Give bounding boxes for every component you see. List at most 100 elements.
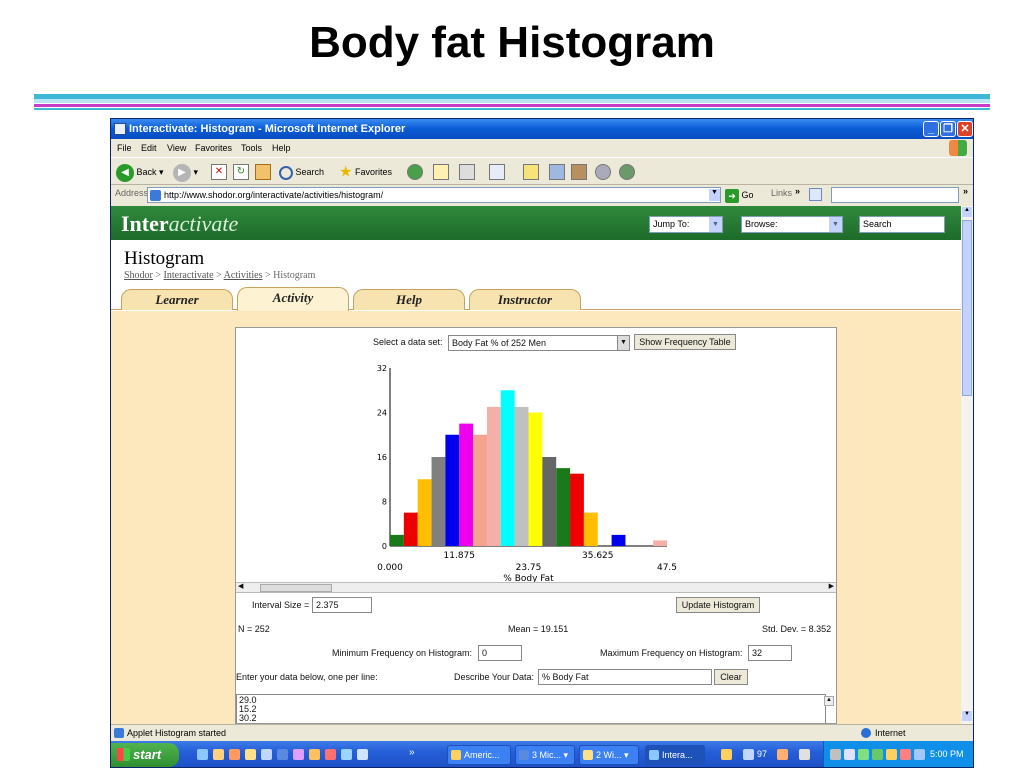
search-button[interactable]: Search [279, 162, 324, 182]
histogram-bar [570, 473, 584, 546]
tab-instructor[interactable]: Instructor [469, 289, 581, 310]
close-icon[interactable]: ✕ [957, 121, 973, 137]
favorites-button[interactable]: ★ Favorites [339, 162, 392, 182]
tab-learner[interactable]: Learner [121, 289, 233, 310]
breadcrumb-interactivate[interactable]: Interactivate [164, 270, 214, 281]
links-chevron-icon[interactable]: » [795, 186, 800, 196]
jump-to-select[interactable]: Jump To: ▼ [649, 216, 723, 233]
interactivate-logo[interactable]: Interactivate [121, 211, 238, 237]
min-frequency-input[interactable]: 0 [478, 645, 522, 661]
quicklaunch-media-icon[interactable] [229, 749, 240, 760]
page-vertical-scrollbar[interactable]: ▲ ▼ [961, 206, 973, 724]
back-button[interactable]: ◀ Back ▾ [116, 162, 164, 182]
describe-data-input[interactable]: % Body Fat [538, 669, 712, 685]
interval-size-input[interactable]: 2.375 [312, 597, 372, 613]
taskbar-help-icon[interactable] [799, 749, 810, 760]
messenger-icon[interactable] [571, 164, 587, 180]
max-frequency-input[interactable]: 32 [748, 645, 792, 661]
quicklaunch-word-icon[interactable] [277, 749, 288, 760]
research-icon[interactable] [549, 164, 565, 180]
tray-security-icon[interactable] [886, 749, 897, 760]
back-arrow-icon: ◀ [116, 163, 134, 182]
scroll-thumb[interactable] [260, 584, 332, 592]
language-bar-icon[interactable] [721, 749, 732, 760]
task-windows[interactable]: 2 Wi... ▾ [579, 745, 639, 765]
menu-file[interactable]: File [117, 139, 132, 157]
describe-data-label: Describe Your Data: [454, 672, 535, 682]
home-icon[interactable] [255, 164, 271, 180]
quicklaunch-chevron-icon[interactable]: » [409, 747, 415, 758]
quicklaunch-app-icon[interactable] [293, 749, 304, 760]
discuss-icon[interactable] [523, 164, 539, 180]
quicklaunch-folder-icon[interactable] [245, 749, 256, 760]
links-label[interactable]: Links [771, 188, 792, 198]
mail-icon[interactable] [433, 164, 449, 180]
update-histogram-button[interactable]: Update Histogram [676, 597, 760, 613]
quicklaunch-browser-icon[interactable] [213, 749, 224, 760]
page-scroll-thumb[interactable] [962, 220, 972, 396]
links-input[interactable] [831, 187, 959, 203]
textarea-scroll-up-icon[interactable]: ▲ [824, 696, 834, 706]
forward-button[interactable]: ▶ ▾ [173, 162, 198, 182]
task-americ[interactable]: Americ... [447, 745, 511, 765]
stop-icon[interactable]: ✕ [211, 164, 227, 180]
tray-display-icon[interactable] [914, 749, 925, 760]
restore-icon[interactable]: ❐ [940, 121, 956, 137]
page-scroll-up-icon[interactable]: ▲ [962, 207, 972, 217]
clear-button[interactable]: Clear [714, 669, 748, 685]
refresh-icon[interactable]: ↻ [233, 164, 249, 180]
quicklaunch-tool-icon[interactable] [309, 749, 320, 760]
tray-sync-icon[interactable] [858, 749, 869, 760]
tray-network-icon[interactable] [830, 749, 841, 760]
quicklaunch-mail-icon[interactable] [261, 749, 272, 760]
toolbar-chevron-icon[interactable]: » [963, 186, 968, 196]
links-toolbar-icon[interactable] [809, 188, 822, 201]
scroll-right-icon[interactable]: ▶ [829, 582, 834, 590]
people-icon[interactable] [619, 164, 635, 180]
taskbar-count: 97 [757, 749, 768, 759]
address-input[interactable]: http://www.shodor.org/interactivate/acti… [147, 187, 721, 203]
horizontal-scrollbar[interactable]: ◀ ▶ [236, 582, 836, 593]
history-icon[interactable] [407, 164, 423, 180]
go-button[interactable]: ➜ Go [725, 187, 754, 203]
menu-view[interactable]: View [167, 139, 186, 157]
menu-tools[interactable]: Tools [241, 139, 262, 157]
taskbar-app-icon[interactable] [743, 749, 754, 760]
chat-icon[interactable] [595, 164, 611, 180]
scroll-left-icon[interactable]: ◀ [238, 582, 243, 590]
quicklaunch-ie-icon[interactable] [197, 749, 208, 760]
browse-select[interactable]: Browse: ▼ [741, 216, 843, 233]
address-dropdown-icon[interactable]: ▼ [709, 189, 720, 201]
tray-update-icon[interactable] [900, 749, 911, 760]
taskbar-person-icon[interactable] [777, 749, 788, 760]
page-scroll-down-icon[interactable]: ▼ [962, 711, 972, 721]
task-word[interactable]: 3 Mic... ▾ [515, 745, 575, 765]
tray-volume-icon[interactable] [844, 749, 855, 760]
breadcrumb-shodor[interactable]: Shodor [124, 270, 153, 281]
dataset-select[interactable]: Body Fat % of 252 Men ▼ [448, 335, 630, 351]
histogram-bar [528, 412, 543, 546]
print-icon[interactable] [459, 164, 475, 180]
menu-favorites[interactable]: Favorites [195, 139, 232, 157]
window-titlebar[interactable]: Interactivate: Histogram - Microsoft Int… [111, 119, 973, 139]
task-interactivate[interactable]: Intera... [645, 745, 705, 765]
start-button[interactable]: start [111, 743, 179, 767]
breadcrumb-activities[interactable]: Activities [224, 270, 263, 281]
minimize-icon[interactable]: _ [923, 121, 939, 137]
histogram-chart: 0816243211.875 35.6250.000 23.75 47.5% Body… [377, 364, 677, 584]
edit-word-icon[interactable] [489, 164, 505, 180]
site-search-input[interactable]: Search [859, 216, 945, 233]
quicklaunch-desktop-icon[interactable] [341, 749, 352, 760]
quicklaunch-monitor-icon[interactable] [357, 749, 368, 760]
quicklaunch-extra-icon[interactable] [325, 749, 336, 760]
tab-activity[interactable]: Activity [237, 287, 349, 311]
menu-help[interactable]: Help [272, 139, 291, 157]
tab-bar: Learner Activity Help Instructor [111, 287, 961, 311]
data-entry-textarea[interactable]: 29.0 15.2 30.2 [236, 694, 826, 723]
menu-edit[interactable]: Edit [141, 139, 157, 157]
tab-help[interactable]: Help [353, 289, 465, 310]
dataset-dropdown-icon: ▼ [617, 336, 629, 350]
tray-messenger-icon[interactable] [872, 749, 883, 760]
task-windows-icon [583, 750, 593, 760]
show-frequency-table-button[interactable]: Show Frequency Table [634, 334, 736, 350]
